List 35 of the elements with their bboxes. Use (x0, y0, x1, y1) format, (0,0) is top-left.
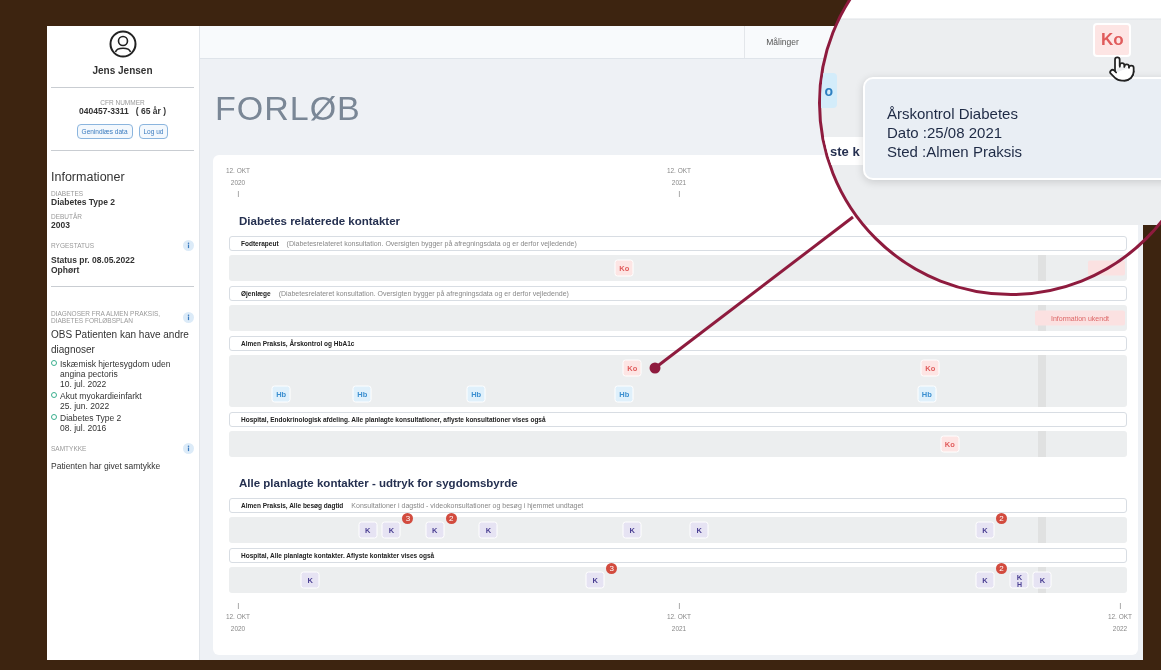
info-icon[interactable] (183, 311, 194, 323)
info-icon[interactable] (183, 240, 194, 251)
page-title: FORLØB (215, 89, 361, 129)
diagnosis-date: 08. jul. 2016 (60, 423, 108, 433)
today-marker (1038, 517, 1047, 543)
field-value: 2003 (51, 220, 71, 230)
count-badge: 3 (402, 513, 414, 524)
chip-fragment: o (821, 73, 837, 108)
tooltip-line: Årskontrol Diabetes (887, 104, 1019, 123)
field-value: Diabetes Type 2 (51, 197, 117, 207)
diagnosis-date: 25. jun. 2022 (60, 401, 111, 411)
today-marker (1038, 355, 1047, 407)
diagnosis-name: Akut myokardieinfarkt (60, 391, 142, 401)
diagnosis-date: 10. jul. 2022 (60, 379, 108, 389)
consent-text: Patienten har givet samtykke (51, 461, 162, 471)
section-title: Alle planlagte kontakter - udtryk for sygdomsbyrde (239, 477, 519, 489)
tooltip-line: Dato :25/08 2021 (887, 123, 1004, 142)
count-badge: 2 (996, 513, 1008, 524)
nav-tab[interactable]: Målinger (744, 26, 820, 58)
avatar-icon (108, 30, 137, 58)
section-title: Diabetes relaterede kontakter (239, 215, 402, 227)
today-marker (1038, 431, 1047, 457)
smoking-status: Status pr. 08.05.2022 (51, 255, 136, 265)
smoking-status: Ophørt (51, 265, 81, 275)
count-badge: 2 (445, 513, 457, 524)
info-icon[interactable] (183, 443, 194, 454)
count-badge: 3 (606, 563, 618, 574)
section-heading: Informationer (51, 170, 126, 184)
cpr-value: 040457-3311 ( 65 år ) (79, 106, 166, 116)
count-badge: 2 (996, 563, 1008, 574)
patient-name: Jens Jensen (92, 65, 153, 76)
diagnosis-name: Iskæmisk hjertesygdom uden angina pectoris (60, 359, 172, 379)
warning-text: OBS Patienten kan have andre diagnoser (51, 328, 190, 357)
tooltip-line: Sted :Almen Praksis (887, 142, 1024, 161)
diagnosis-name: Diabetes Type 2 (60, 413, 122, 423)
